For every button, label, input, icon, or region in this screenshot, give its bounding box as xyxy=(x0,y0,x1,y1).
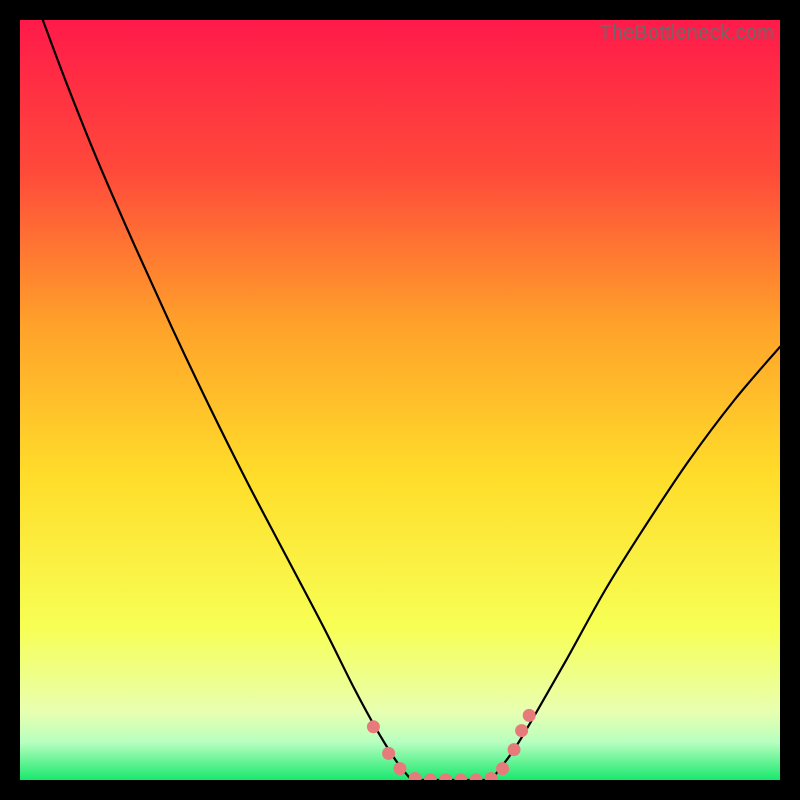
marker-dot xyxy=(382,747,395,760)
chart-frame: TheBottleneck.com xyxy=(20,20,780,780)
marker-dot xyxy=(496,762,509,775)
gradient-background xyxy=(20,20,780,780)
marker-dot xyxy=(508,743,521,756)
marker-dot xyxy=(515,724,528,737)
marker-dot xyxy=(394,762,407,775)
watermark-text: TheBottleneck.com xyxy=(599,22,774,45)
marker-dot xyxy=(367,720,380,733)
bottleneck-chart xyxy=(20,20,780,780)
marker-dot xyxy=(523,709,536,722)
